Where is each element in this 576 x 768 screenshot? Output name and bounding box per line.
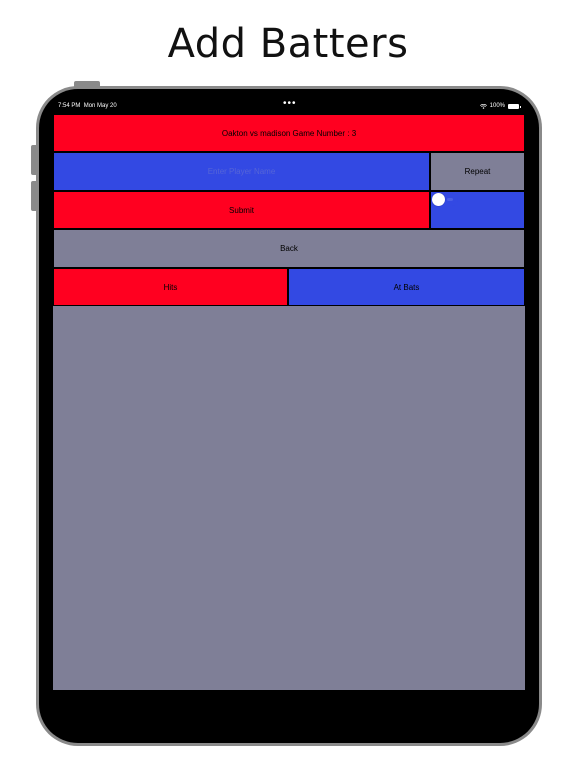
battery-icon	[508, 104, 521, 109]
device-screen: 7:54 PM Mon May 20 ••• 100% Oakton vs ma…	[53, 100, 525, 690]
stats-header-row: Hits At Bats	[53, 268, 525, 306]
player-input-row: Repeat	[53, 152, 525, 191]
status-time: 7:54 PM	[58, 103, 81, 109]
repeat-label: Repeat	[430, 152, 525, 191]
repeat-toggle[interactable]	[432, 193, 458, 206]
hits-header[interactable]: Hits	[53, 268, 288, 306]
page-heading: Add Batters	[167, 21, 409, 67]
repeat-toggle-knob[interactable]	[432, 193, 445, 206]
game-title: Oakton vs madison Game Number : 3	[53, 114, 525, 152]
repeat-toggle-cell	[430, 191, 525, 229]
status-right-group: 100%	[479, 100, 521, 113]
multitasking-dots-icon[interactable]: •••	[283, 100, 297, 110]
submit-button[interactable]: Submit	[53, 191, 430, 229]
status-time-date: 7:54 PM Mon May 20	[58, 100, 117, 113]
back-row: Back	[53, 229, 525, 268]
submit-row: Submit	[53, 191, 525, 229]
status-bar: 7:54 PM Mon May 20 ••• 100%	[53, 100, 525, 113]
player-name-input[interactable]	[53, 152, 430, 191]
back-button[interactable]: Back	[53, 229, 525, 268]
status-date: Mon May 20	[83, 103, 117, 109]
repeat-toggle-off-indicator	[447, 198, 453, 201]
at-bats-header[interactable]: At Bats	[288, 268, 525, 306]
battery-percent: 100%	[489, 103, 505, 109]
wifi-icon	[479, 104, 487, 109]
app-view: Oakton vs madison Game Number : 3 Repeat…	[53, 114, 525, 690]
game-title-row: Oakton vs madison Game Number : 3	[53, 114, 525, 152]
